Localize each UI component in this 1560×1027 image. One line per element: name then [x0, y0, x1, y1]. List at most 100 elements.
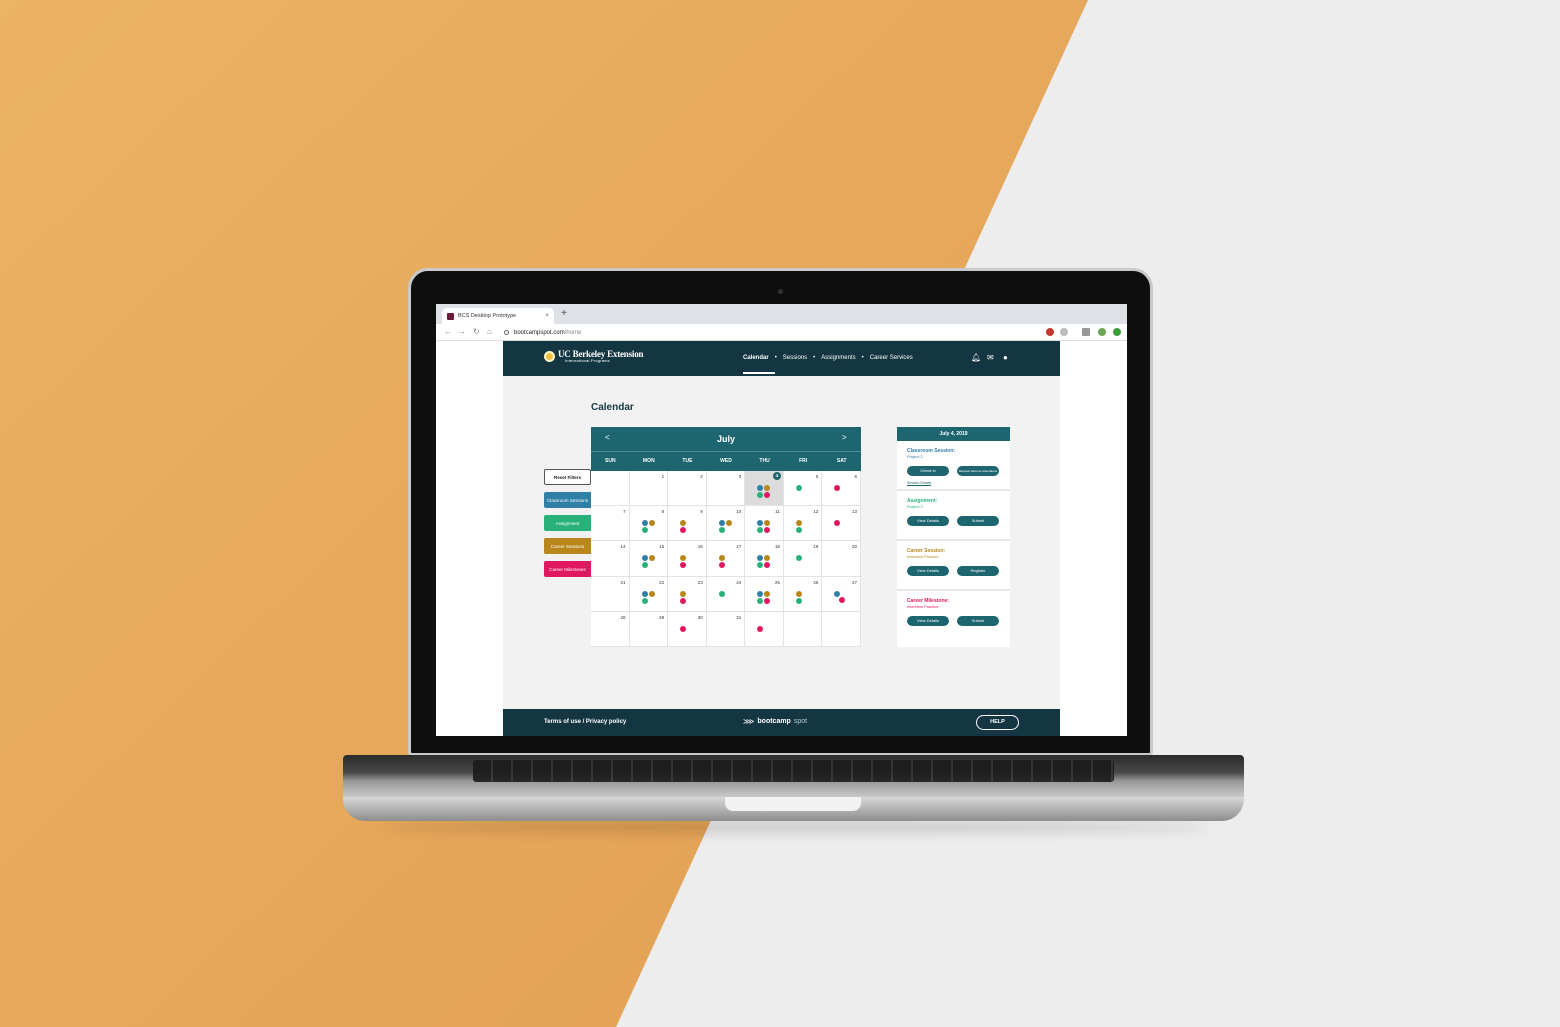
- user-icon[interactable]: ●: [1003, 353, 1008, 362]
- milestone-event-dot[interactable]: [764, 562, 771, 569]
- calendar-day-cell[interactable]: 30: [668, 611, 707, 647]
- nav-assignments[interactable]: Assignments: [821, 355, 855, 361]
- session-details-link[interactable]: Session Details: [907, 481, 931, 485]
- site-info-icon[interactable]: [504, 330, 509, 335]
- calendar-day-cell[interactable]: 1: [629, 471, 669, 507]
- calendar-day-cell[interactable]: 19: [783, 541, 823, 577]
- calendar-day-cell[interactable]: 9: [668, 506, 707, 542]
- extension-icon[interactable]: [1046, 328, 1054, 336]
- milestone-event-dot[interactable]: [764, 492, 771, 498]
- career-event-dot[interactable]: [764, 485, 771, 491]
- milestone-event-dot[interactable]: [718, 562, 725, 569]
- register-button[interactable]: Register: [957, 566, 999, 576]
- classroom-event-dot[interactable]: [718, 520, 725, 527]
- assignment-event-dot[interactable]: [718, 527, 725, 534]
- assignment-event-dot[interactable]: [641, 597, 648, 604]
- filter-career-milestones[interactable]: Career Milestones: [544, 561, 591, 577]
- calendar-day-cell[interactable]: 10: [706, 506, 746, 542]
- reset-filters-button[interactable]: Reset Filters: [544, 469, 591, 485]
- extension-icon[interactable]: [1113, 328, 1121, 336]
- calendar-day-cell[interactable]: 2: [668, 471, 707, 507]
- home-icon[interactable]: ⌂: [487, 327, 492, 337]
- view-details-button[interactable]: View Details: [907, 566, 949, 576]
- calendar-day-cell[interactable]: 26: [783, 576, 823, 612]
- milestone-event-dot[interactable]: [680, 527, 687, 534]
- calendar-day-cell[interactable]: 31: [706, 611, 746, 647]
- classroom-event-dot[interactable]: [757, 555, 764, 562]
- calendar-day-cell[interactable]: 27: [822, 576, 861, 612]
- career-event-dot[interactable]: [764, 520, 771, 527]
- reload-icon[interactable]: ↻: [473, 327, 480, 337]
- career-event-dot[interactable]: [680, 590, 687, 597]
- forward-icon[interactable]: →: [458, 327, 466, 337]
- new-tab-icon[interactable]: +: [561, 309, 567, 319]
- calendar-day-cell[interactable]: 22: [629, 576, 669, 612]
- help-button[interactable]: HELP: [976, 715, 1019, 730]
- assignment-event-dot[interactable]: [757, 562, 764, 569]
- assignment-event-dot[interactable]: [795, 527, 802, 534]
- calendar-day-cell[interactable]: 23: [668, 576, 707, 612]
- back-icon[interactable]: ←: [444, 327, 452, 337]
- classroom-event-dot[interactable]: [757, 485, 764, 491]
- url-input[interactable]: bootcampspot.com /home: [504, 327, 1044, 338]
- calendar-day-cell[interactable]: 8: [629, 506, 669, 542]
- career-event-dot[interactable]: [764, 555, 771, 562]
- milestone-event-dot[interactable]: [680, 597, 687, 604]
- calendar-day-cell[interactable]: 13: [822, 506, 861, 542]
- assignment-event-dot[interactable]: [757, 492, 764, 498]
- assignment-event-dot[interactable]: [757, 527, 764, 534]
- terms-privacy-links[interactable]: Terms of use / Privacy policy: [544, 719, 626, 725]
- career-event-dot[interactable]: [648, 590, 655, 597]
- assignment-event-dot[interactable]: [795, 555, 802, 562]
- view-details-button[interactable]: View Details: [907, 516, 949, 526]
- calendar-day-cell[interactable]: 24: [706, 576, 746, 612]
- nav-calendar[interactable]: Calendar: [743, 355, 769, 361]
- calendar-day-cell[interactable]: 28: [591, 611, 630, 647]
- calendar-day-cell[interactable]: 25: [745, 576, 784, 612]
- calendar-day-cell[interactable]: 17: [706, 541, 746, 577]
- calendar-day-cell[interactable]: 16: [668, 541, 707, 577]
- submit-button[interactable]: Submit: [957, 516, 999, 526]
- milestone-event-dot[interactable]: [834, 485, 841, 491]
- classroom-event-dot[interactable]: [757, 520, 764, 527]
- cast-icon[interactable]: [1082, 328, 1090, 336]
- classroom-event-dot[interactable]: [757, 590, 764, 597]
- assignment-event-dot[interactable]: [757, 597, 764, 604]
- career-event-dot[interactable]: [764, 590, 771, 597]
- profile-icon[interactable]: [1098, 328, 1106, 336]
- filter-classroom-sessions[interactable]: Classroom Sessions: [544, 492, 591, 508]
- calendar-day-cell[interactable]: 11: [745, 506, 784, 542]
- assignment-event-dot[interactable]: [795, 597, 802, 604]
- classroom-event-dot[interactable]: [641, 520, 648, 527]
- career-event-dot[interactable]: [795, 590, 802, 597]
- filter-career-sessions[interactable]: Career Sessions: [544, 538, 591, 554]
- calendar-day-cell[interactable]: 6: [822, 471, 861, 507]
- next-month-icon[interactable]: >: [842, 433, 847, 442]
- milestone-event-dot[interactable]: [764, 527, 771, 534]
- nav-sessions[interactable]: Sessions: [783, 355, 807, 361]
- assignment-event-dot[interactable]: [641, 527, 648, 534]
- calendar-day-cell[interactable]: 20: [822, 541, 861, 577]
- career-event-dot[interactable]: [680, 555, 687, 562]
- calendar-day-cell[interactable]: 3: [706, 471, 746, 507]
- check-in-button[interactable]: Check in: [907, 466, 949, 476]
- calendar-day-cell[interactable]: 21: [591, 576, 630, 612]
- close-tab-icon[interactable]: ×: [545, 313, 549, 319]
- assignment-event-dot[interactable]: [641, 562, 648, 569]
- nav-career-services[interactable]: Career Services: [870, 355, 913, 361]
- calendar-day-cell[interactable]: 12: [783, 506, 823, 542]
- calendar-day-cell[interactable]: 7: [591, 506, 630, 542]
- milestone-event-dot[interactable]: [680, 625, 687, 632]
- calendar-day-cell[interactable]: 29: [629, 611, 669, 647]
- career-event-dot[interactable]: [648, 520, 655, 527]
- calendar-day-cell[interactable]: 5: [783, 471, 823, 507]
- filter-assignment[interactable]: Assignment: [544, 515, 591, 531]
- calendar-day-cell[interactable]: 4: [745, 471, 784, 507]
- milestone-event-dot[interactable]: [757, 625, 764, 632]
- browser-tab[interactable]: BCS Desktop Prototype ×: [442, 308, 554, 324]
- view-details-button[interactable]: View Details: [907, 616, 949, 626]
- milestone-event-dot[interactable]: [680, 562, 687, 569]
- submit-button[interactable]: Submit: [957, 616, 999, 626]
- milestone-event-dot[interactable]: [764, 597, 771, 604]
- career-event-dot[interactable]: [718, 555, 725, 562]
